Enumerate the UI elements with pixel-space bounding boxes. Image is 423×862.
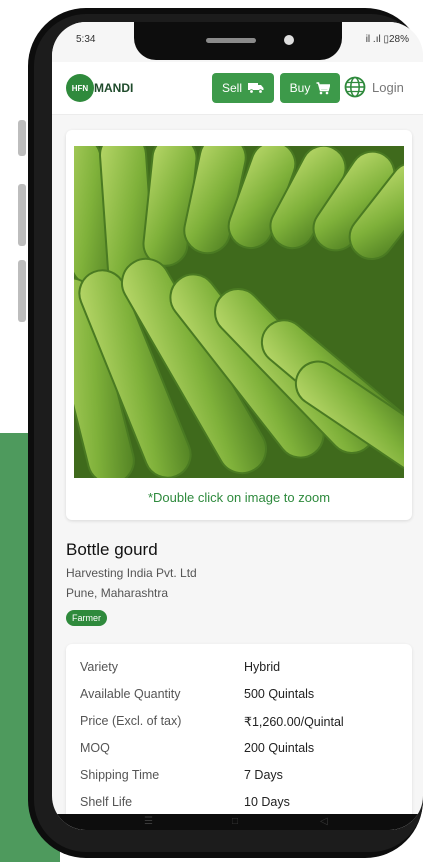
detail-value: ₹1,260.00/Quintal [244,715,344,729]
detail-label: Variety [80,660,118,674]
product-image-card: *Double click on image to zoom [66,130,412,520]
detail-label: MOQ [80,741,110,755]
detail-label: Price (Excl. of tax) [80,714,182,728]
sell-button[interactable]: Sell [212,73,274,103]
seller-company: Harvesting India Pvt. Ltd [66,566,197,580]
cart-icon [316,81,331,94]
login-link[interactable]: Login [372,80,404,95]
seller-location: Pune, Maharashtra [66,586,169,600]
detail-value: 200 Quintals [244,741,315,755]
detail-label: Shelf Life [80,795,133,809]
detail-label: Available Quantity [80,687,181,701]
detail-row: MOQ 200 Quintals [80,741,400,763]
phone-side-button [18,184,26,246]
front-camera [284,35,294,45]
app-header: HFN MANDI Sell Buy Login [52,62,423,115]
status-bar: 5:34 il .ıl ▯28% [52,22,423,62]
detail-value: 500 Quintals [244,687,315,701]
product-image[interactable] [74,146,404,478]
product-title: Bottle gourd [66,540,158,559]
detail-value: 7 Days [244,768,283,782]
detail-value: 10 Days [244,795,290,809]
logo-mark[interactable]: HFN [66,74,94,102]
status-time: 5:34 [76,34,96,45]
detail-row: Variety Hybrid [80,660,400,682]
speaker-pill [206,38,256,43]
seller-type-badge: Farmer [66,610,107,626]
back-icon[interactable]: ◁ [320,816,328,827]
app-screen: 5:34 il .ıl ▯28% HFN MANDI Sell Buy Logi… [52,22,423,830]
buy-button-label: Buy [289,81,311,95]
detail-row: Available Quantity 500 Quintals [80,687,400,709]
buy-button[interactable]: Buy [280,73,340,103]
phone-side-button [18,260,26,322]
detail-row: Shipping Time 7 Days [80,768,400,790]
status-signal-battery: il .ıl ▯28% [365,34,409,45]
globe-icon[interactable] [344,76,366,98]
logo-mark-text: HFN [71,83,89,93]
zoom-hint: *Double click on image to zoom [147,490,331,505]
product-details-card: Variety Hybrid Available Quantity 500 Qu… [66,644,412,830]
menu-icon[interactable]: ☰ [144,816,153,827]
product-content: *Double click on image to zoom Bottle go… [52,114,423,830]
detail-label: Shipping Time [80,768,160,782]
truck-icon [248,83,264,94]
detail-row: Price (Excl. of tax) ₹1,260.00/Quintal [80,714,400,736]
sell-button-label: Sell [221,81,242,95]
phone-side-button [18,120,26,156]
logo-text[interactable]: MANDI [94,81,133,95]
system-nav-bar: ☰ □ ◁ [52,814,423,830]
camera-notch [134,22,342,60]
detail-value: Hybrid [244,660,281,674]
home-icon[interactable]: □ [232,816,238,827]
